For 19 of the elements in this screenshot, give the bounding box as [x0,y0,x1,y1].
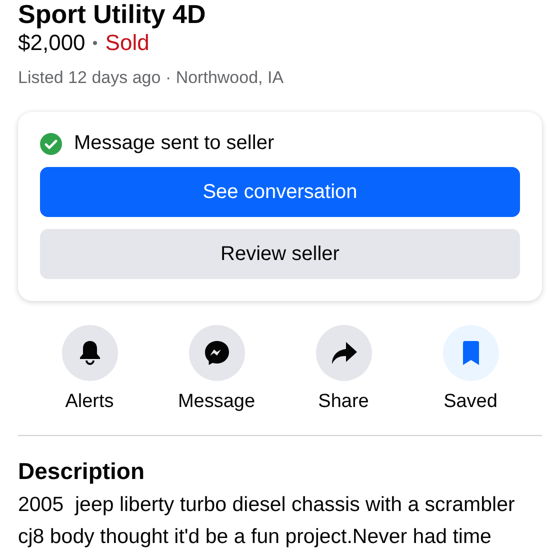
description-text: 2005 jeep liberty turbo diesel chassis with a scrambler cj8 body thought it'd be a fun project.Never had time [18,492,516,550]
see-conversation-button[interactable]: See conversation [40,167,520,217]
share-arrow-icon [330,341,358,365]
listing-meta: Listed 12 days ago · Northwood, IA [18,68,285,88]
bookmark-icon [460,340,480,366]
description-heading: Description [18,458,146,485]
listing-title: Sport Utility 4D [18,0,207,28]
review-seller-button[interactable]: Review seller [40,229,520,279]
sold-status: Sold [105,30,150,56]
action-label: Share [318,391,369,413]
price: $2,000 [18,30,86,56]
action-label: Saved [444,391,498,413]
action-label: Message [178,391,256,413]
notice-text: Message sent to seller [74,132,274,155]
messenger-icon [204,340,230,366]
action-label: Alerts [65,391,114,413]
check-icon [40,132,62,154]
bell-icon [78,340,102,366]
separator-dot-icon [93,41,98,45]
